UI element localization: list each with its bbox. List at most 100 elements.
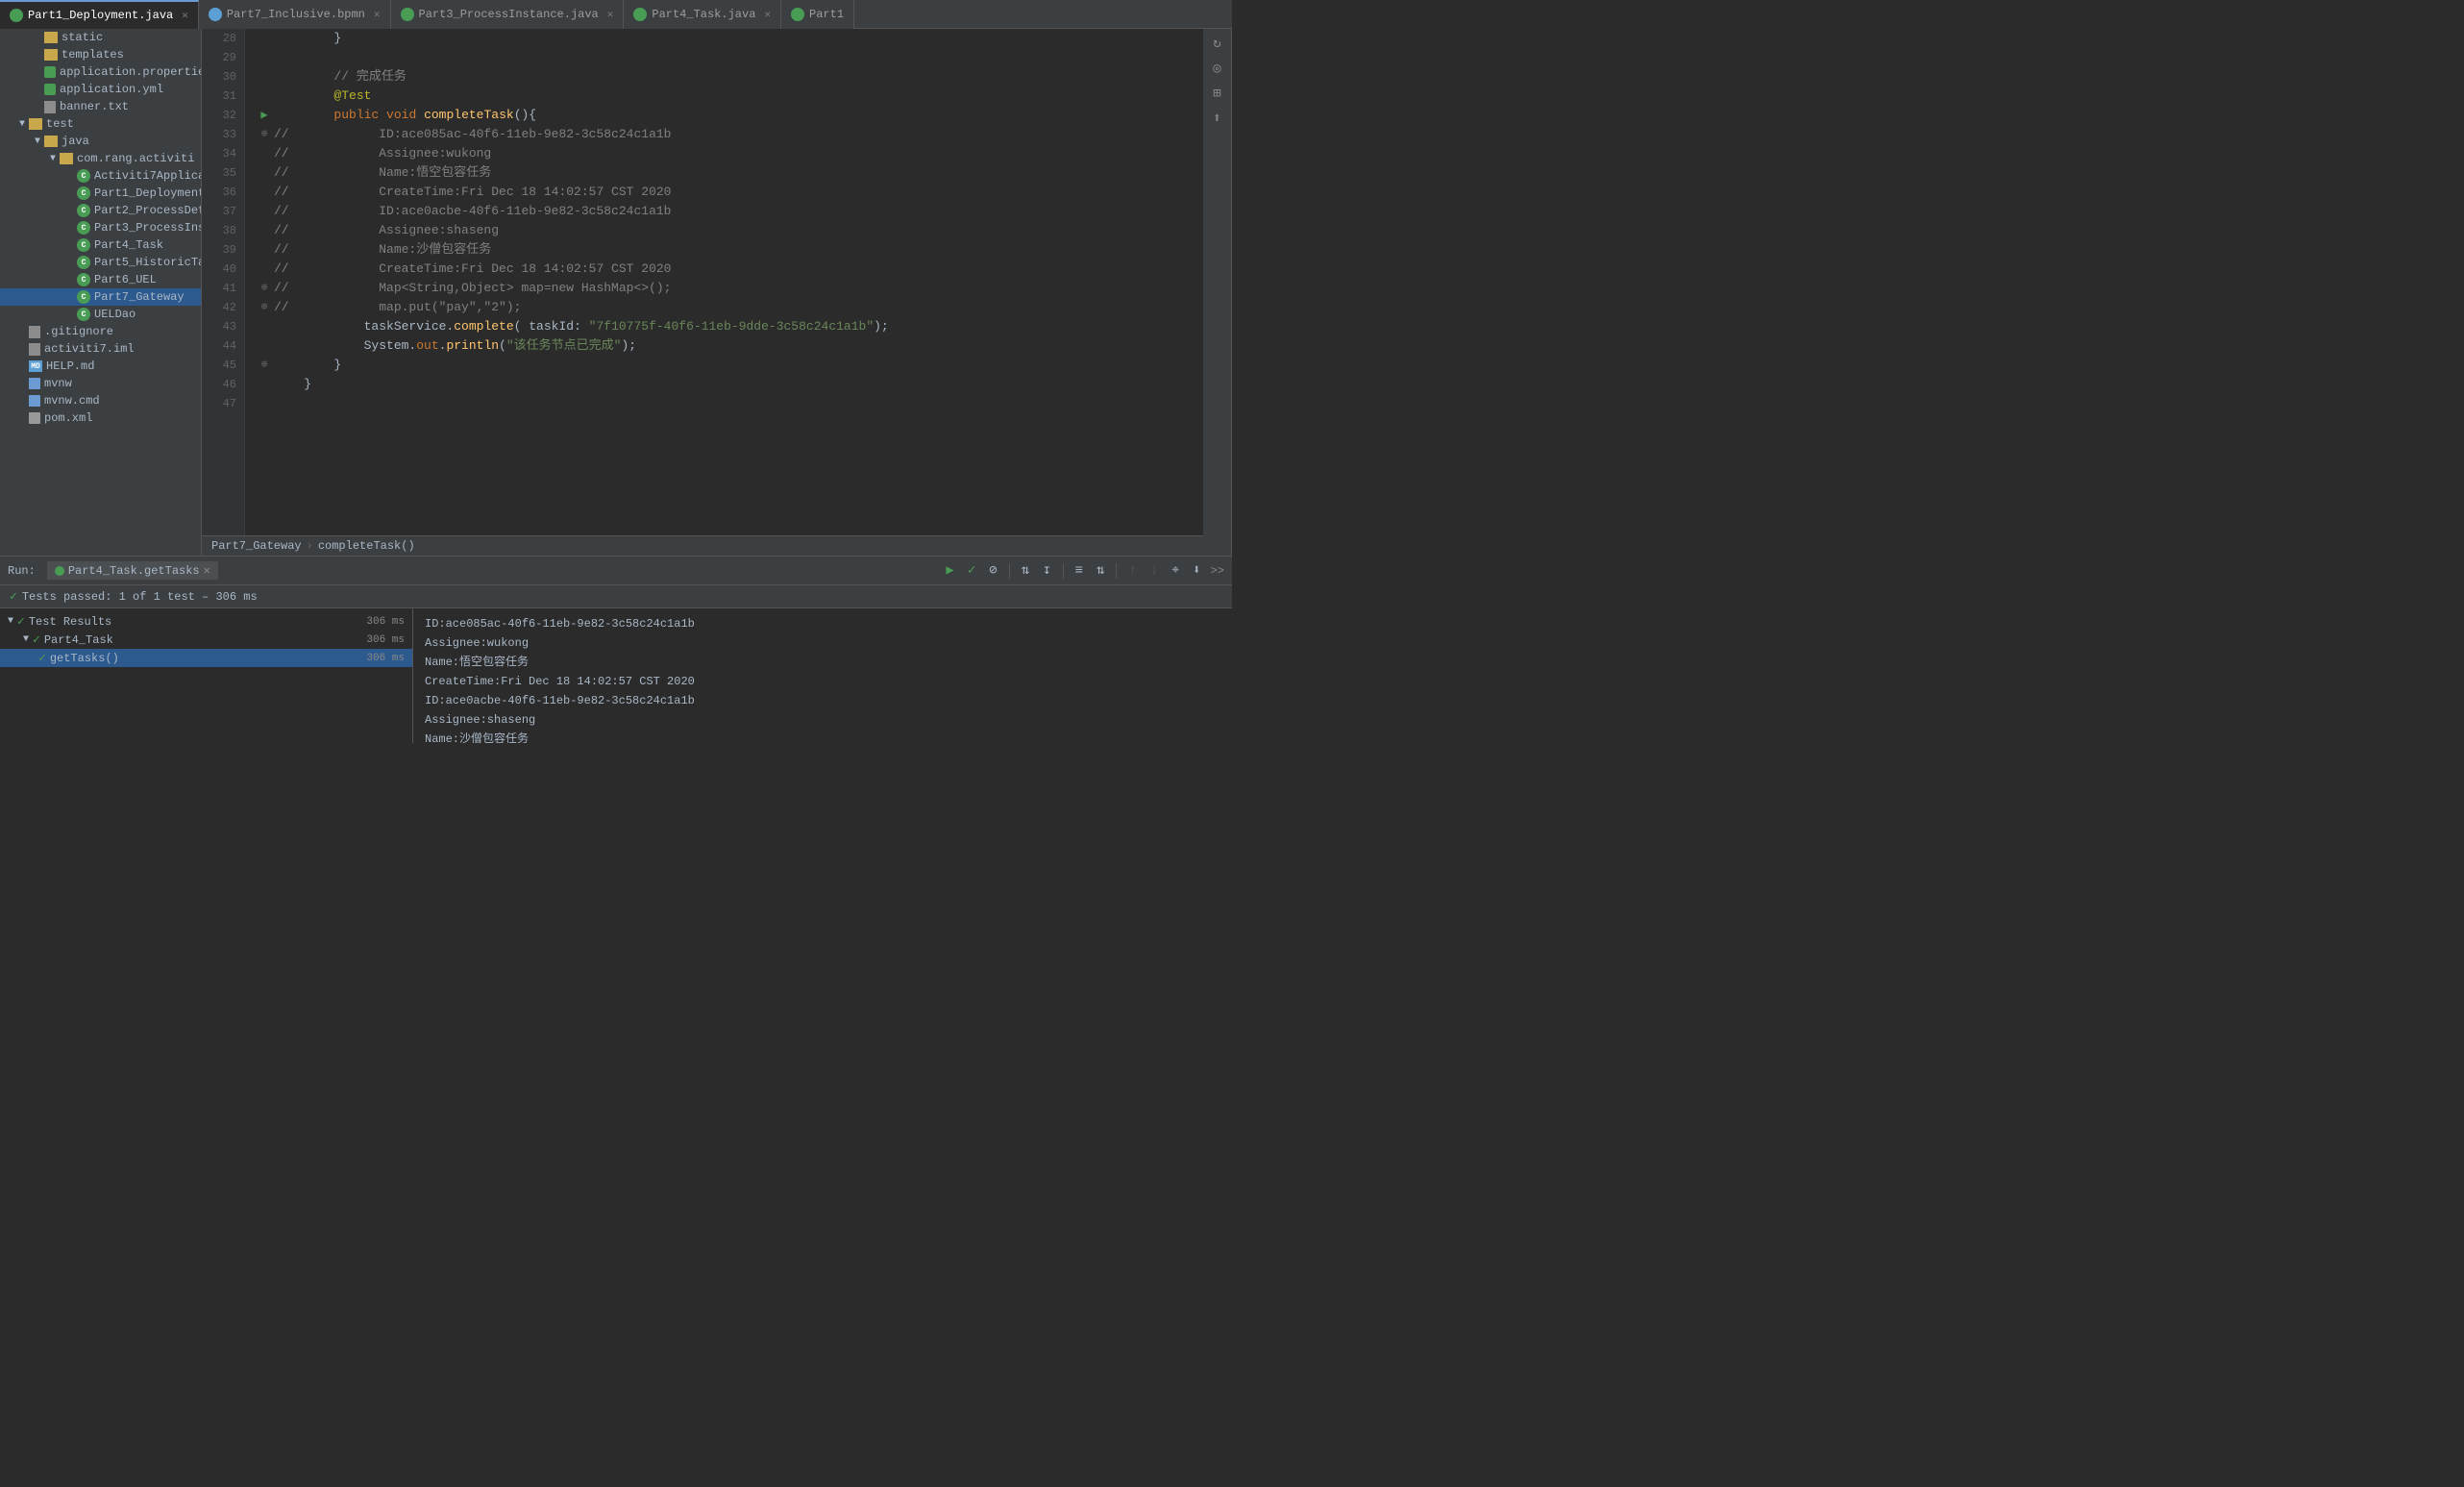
sidebar-item-part6[interactable]: C Part6_UEL — [0, 271, 201, 288]
code-line-39: // Name:沙僧包容任务 — [255, 240, 1203, 260]
run-button[interactable]: ▶ — [942, 560, 957, 581]
breadcrumb: Part7_Gateway › completeTask() — [202, 535, 1203, 556]
tab-close-part4[interactable]: ✕ — [764, 8, 771, 21]
code-content[interactable]: } // 完成任务 @Test — [245, 29, 1203, 535]
code-line-30: // 完成任务 — [255, 67, 1203, 87]
run-tab-item[interactable]: Part4_Task.getTasks ✕ — [47, 561, 218, 580]
sidebar-item-part4[interactable]: C Part4_Task — [0, 236, 201, 254]
code-text-37: // ID:ace0acbe-40f6-11eb-9e82-3c58c24c1a… — [274, 202, 1203, 221]
test-results-time: 306 ms — [366, 616, 405, 628]
test-results-item[interactable]: ▼ ✓ Test Results 306 ms — [0, 612, 412, 631]
tab-part7-inclusive[interactable]: Part7_Inclusive.bpmn ✕ — [199, 0, 391, 29]
sidebar-item-mvnw[interactable]: mvnw — [0, 375, 201, 392]
sidebar-text-app-properties: application.properties — [60, 65, 202, 79]
editor-area: 28 29 30 31 32 33 34 35 36 37 38 39 40 4… — [202, 29, 1203, 556]
vtb-refresh-icon[interactable]: ↻ — [1207, 33, 1228, 54]
sidebar-item-part7-gateway[interactable]: C Part7_Gateway — [0, 288, 201, 306]
regex-button[interactable]: ⌖ — [1168, 561, 1183, 581]
sidebar-item-templates[interactable]: templates — [0, 46, 201, 63]
sidebar-item-static[interactable]: static — [0, 29, 201, 46]
sidebar-item-app-properties[interactable]: application.properties — [0, 63, 201, 81]
sidebar-item-app-yml[interactable]: application.yml — [0, 81, 201, 98]
code-line-46: } — [255, 375, 1203, 394]
folder-icon-templates — [44, 49, 58, 61]
expand-button[interactable]: ⇅ — [1093, 560, 1108, 581]
code-line-42: ⊕ // map.put("pay","2"); — [255, 298, 1203, 317]
test-results-pass-icon: ✓ — [17, 614, 25, 629]
tab-close-part3[interactable]: ✕ — [607, 8, 614, 21]
tab-part1-deployment[interactable]: Part1_Deployment.java ✕ — [0, 0, 199, 29]
import-button[interactable]: ⬇ — [1189, 560, 1204, 581]
code-line-44: System.out.println("该任务节点已完成"); — [255, 336, 1203, 356]
sidebar-item-ueldao[interactable]: C UELDao — [0, 306, 201, 323]
java-icon-part2: C — [77, 204, 90, 217]
leaf-icon-app-properties — [44, 66, 56, 78]
vtb-camera-icon[interactable]: ◎ — [1207, 58, 1228, 79]
sidebar-item-part3[interactable]: C Part3_ProcessInstance — [0, 219, 201, 236]
bottom-content: ▼ ✓ Test Results 306 ms ▼ ✓ Part4_Task 3… — [0, 608, 1232, 743]
java-icon-part4: C — [77, 238, 90, 252]
code-line-37: // ID:ace0acbe-40f6-11eb-9e82-3c58c24c1a… — [255, 202, 1203, 221]
check-button[interactable]: ✓ — [964, 560, 979, 581]
code-line-33: ⊕ // ID:ace085ac-40f6-11eb-9e82-3c58c24c… — [255, 125, 1203, 144]
test-output[interactable]: ID:ace085ac-40f6-11eb-9e82-3c58c24c1a1b … — [413, 608, 1232, 743]
tab-label-part1b: Part1 — [809, 8, 844, 21]
tab-part4-task[interactable]: Part4_Task.java ✕ — [624, 0, 781, 29]
sidebar-text-static: static — [62, 31, 103, 44]
sidebar-item-java[interactable]: ▼ java — [0, 133, 201, 150]
test-part4-task-item[interactable]: ▼ ✓ Part4_Task 306 ms — [0, 631, 412, 649]
next-button[interactable]: ↓ — [1146, 561, 1162, 581]
sidebar-item-part1[interactable]: C Part1_Deployment — [0, 185, 201, 202]
collapse-button[interactable]: ≡ — [1072, 561, 1087, 581]
sidebar-item-iml[interactable]: activiti7.iml — [0, 340, 201, 358]
sidebar-item-mvnw-cmd[interactable]: mvnw.cmd — [0, 392, 201, 409]
sidebar-item-gitignore[interactable]: .gitignore — [0, 323, 201, 340]
sidebar-item-help-md[interactable]: MD HELP.md — [0, 358, 201, 375]
code-text-45: } — [274, 356, 1203, 375]
vtb-upload-icon[interactable]: ⬆ — [1207, 108, 1228, 129]
more-button[interactable]: >> — [1211, 564, 1224, 578]
sidebar-item-package[interactable]: ▼ com.rang.activiti — [0, 150, 201, 167]
sidebar-item-test[interactable]: ▼ test — [0, 115, 201, 133]
sidebar-item-pom-xml[interactable]: pom.xml — [0, 409, 201, 427]
run-tab-close[interactable]: ✕ — [204, 563, 210, 578]
mvnw-cmd-icon — [29, 395, 40, 407]
sidebar: static templates application.properties … — [0, 29, 202, 556]
sidebar-item-part2[interactable]: C Part2_ProcessDefinition — [0, 202, 201, 219]
sidebar-text-templates: templates — [62, 48, 124, 62]
folder-icon-static — [44, 32, 58, 43]
code-line-35: // Name:悟空包容任务 — [255, 163, 1203, 183]
sidebar-item-banner[interactable]: banner.txt — [0, 98, 201, 115]
output-line-3: Name:悟空包容任务 — [425, 653, 1220, 672]
code-text-36: // CreateTime:Fri Dec 18 14:02:57 CST 20… — [274, 183, 1203, 202]
tab-close-part1[interactable]: ✕ — [182, 9, 188, 22]
gutter-45: ⊕ — [255, 356, 274, 375]
sort-za-button[interactable]: ↧ — [1039, 560, 1054, 581]
part4-task-pass-icon: ✓ — [33, 632, 40, 647]
tab-close-part7[interactable]: ✕ — [374, 8, 381, 21]
sidebar-text-banner: banner.txt — [60, 100, 129, 113]
gutter-42: ⊕ — [255, 298, 274, 317]
tab-part3-processinstance[interactable]: Part3_ProcessInstance.java ✕ — [391, 0, 625, 29]
stop-button[interactable]: ⊘ — [985, 560, 1000, 581]
code-line-47 — [255, 394, 1203, 413]
vtb-database-icon[interactable]: ⊞ — [1207, 83, 1228, 104]
output-line-6: Assignee:shaseng — [425, 710, 1220, 730]
java-icon-part1: C — [77, 186, 90, 200]
code-text-30: // 完成任务 — [274, 67, 1203, 87]
tab-part1[interactable]: Part1 — [781, 0, 854, 29]
sidebar-item-activiti-tests[interactable]: C Activiti7ApplicationTests — [0, 167, 201, 185]
part4-task-time: 306 ms — [366, 634, 405, 646]
prev-button[interactable]: ↑ — [1124, 561, 1140, 581]
left-vtoolbar: ↻ ◎ ⊞ ⬆ — [1203, 29, 1232, 556]
sidebar-text-package: com.rang.activiti — [77, 152, 194, 165]
test-gettasks-item[interactable]: ✓ getTasks() 306 ms — [0, 649, 412, 667]
output-line-4: CreateTime:Fri Dec 18 14:02:57 CST 2020 — [425, 672, 1220, 691]
sidebar-text-part5: Part5_HistoricTaskInstance — [94, 256, 202, 269]
sidebar-item-part5[interactable]: C Part5_HistoricTaskInstance — [0, 254, 201, 271]
gutter-33: ⊕ — [255, 125, 274, 144]
code-line-43: taskService.complete( taskId: "7f10775f-… — [255, 317, 1203, 336]
code-text-32: public void completeTask(){ — [274, 106, 1203, 125]
leaf-icon-app-yml — [44, 84, 56, 95]
sort-az-button[interactable]: ⇅ — [1018, 560, 1033, 581]
